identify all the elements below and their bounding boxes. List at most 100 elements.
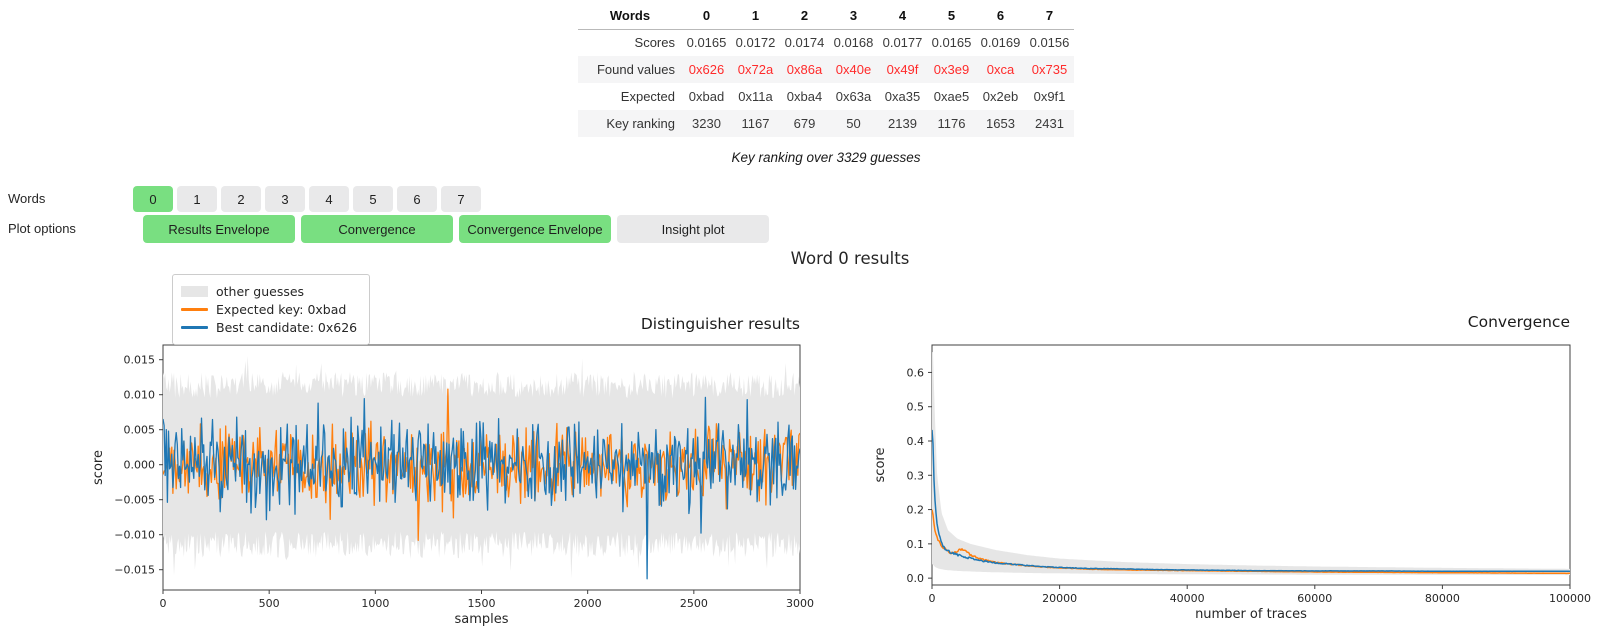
- svg-text:2500: 2500: [680, 597, 708, 610]
- svg-text:1500: 1500: [468, 597, 496, 610]
- svg-text:0.1: 0.1: [907, 538, 925, 551]
- cell-found-values-word-5: 0x3e9: [933, 62, 970, 77]
- table-header-word-1: 1: [731, 2, 780, 30]
- cell-scores-word-0: 0.0165: [686, 35, 727, 51]
- svg-text:0.005: 0.005: [124, 424, 156, 437]
- word-button-1[interactable]: 1: [177, 186, 217, 212]
- table-header-row: Words 0 1 2 3 4 5 6 7: [578, 2, 1074, 30]
- table-header-word-3: 3: [829, 2, 878, 30]
- word-button-7[interactable]: 7: [441, 186, 481, 212]
- words-label: Words: [8, 191, 46, 206]
- svg-text:number of traces: number of traces: [1195, 607, 1307, 622]
- plot-option-button-results-envelope[interactable]: Results Envelope: [143, 215, 295, 243]
- cell-scores-word-4: 0.0177: [882, 35, 923, 51]
- cell-key-ranking-word-1: 1167: [741, 116, 770, 131]
- cell-key-ranking-word-4: 2139: [888, 116, 917, 131]
- word-button-0[interactable]: 0: [133, 186, 173, 212]
- cell-found-values-word-4: 0x49f: [886, 62, 919, 77]
- table-header-word-4: 4: [878, 2, 927, 30]
- cell-found-values-word-2: 0x86a: [786, 62, 823, 77]
- legend-line-swatch: [181, 326, 208, 329]
- svg-text:2000: 2000: [574, 597, 602, 610]
- svg-text:40000: 40000: [1170, 592, 1205, 605]
- svg-text:−0.015: −0.015: [114, 564, 155, 577]
- results-table-wrap: Words 0 1 2 3 4 5 6 7 Scores 0.0165 0.0172 0.0174 0.…: [578, 2, 1074, 137]
- legend-label: Expected key: 0xbad: [216, 302, 347, 317]
- plot-option-buttons-group: Results Envelope Convergence Convergence E…: [143, 215, 769, 243]
- cell-scores-word-6: 0.0169: [980, 35, 1021, 51]
- word-button-3[interactable]: 3: [265, 186, 305, 212]
- cell-expected-word-4: 0xa35: [884, 89, 921, 104]
- app-canvas: Words 0 1 2 3 4 5 6 7 Scores 0.0165 0.0172 0.0174 0.…: [0, 0, 1600, 630]
- svg-text:score: score: [91, 450, 106, 485]
- table-header-word-5: 5: [927, 2, 976, 30]
- legend-label: other guesses: [216, 284, 305, 299]
- svg-text:0.0: 0.0: [907, 572, 925, 585]
- cell-scores-word-5: 0.0165: [931, 35, 972, 51]
- cell-key-ranking-word-6: 1653: [986, 116, 1015, 131]
- cell-scores-word-1: 0.0172: [735, 35, 776, 51]
- cell-key-ranking-word-7: 2431: [1035, 116, 1064, 131]
- cell-key-ranking-word-2: 679: [793, 116, 816, 131]
- svg-text:−0.005: −0.005: [114, 494, 155, 507]
- convergence-plot-title: Convergence: [1467, 313, 1570, 331]
- distinguisher-plot-title: Distinguisher results: [640, 315, 800, 333]
- svg-text:−0.010: −0.010: [114, 529, 155, 542]
- figure-title: Word 0 results: [790, 249, 910, 268]
- cell-found-values-word-0: 0x626: [688, 62, 725, 77]
- distinguisher-plot: 0 500 1000 1500 2000 2500 3000 0.015 0.010 0.005 0…: [85, 333, 825, 630]
- table-row-scores: Scores 0.0165 0.0172 0.0174 0.0168 0.0177 0.01…: [578, 29, 1074, 56]
- svg-text:60000: 60000: [1297, 592, 1332, 605]
- legend-entry-other-guesses: other guesses: [181, 284, 357, 299]
- svg-text:100000: 100000: [1549, 592, 1591, 605]
- legend-label: Best candidate: 0x626: [216, 320, 358, 335]
- legend-entry-best-candidate-0x626: Best candidate: 0x626: [181, 320, 357, 335]
- word-button-4[interactable]: 4: [309, 186, 349, 212]
- svg-text:0.010: 0.010: [124, 389, 156, 402]
- cell-scores-word-7: 0.0156: [1029, 35, 1070, 51]
- row-label-scores: Scores: [634, 35, 675, 51]
- svg-text:0: 0: [929, 592, 936, 605]
- plot-option-button-convergence-envelope[interactable]: Convergence Envelope: [459, 215, 611, 243]
- svg-text:0.5: 0.5: [907, 401, 925, 414]
- cell-found-values-word-7: 0x735: [1031, 62, 1068, 77]
- cell-key-ranking-word-5: 1176: [937, 116, 966, 131]
- legend-patch-swatch: [181, 286, 208, 297]
- word-button-5[interactable]: 5: [353, 186, 393, 212]
- svg-text:0.2: 0.2: [907, 504, 925, 517]
- cell-expected-word-1: 0x11a: [738, 89, 773, 104]
- svg-text:0: 0: [160, 597, 167, 610]
- table-row-key-ranking: Key ranking 3230 1167 679 50 2139 1176 1653 2431: [578, 110, 1074, 137]
- legend-entry-expected-key-0xbad: Expected key: 0xbad: [181, 302, 357, 317]
- svg-text:80000: 80000: [1425, 592, 1460, 605]
- cell-expected-word-3: 0x63a: [835, 89, 872, 104]
- results-table: Words 0 1 2 3 4 5 6 7 Scores 0.0165 0.0172 0.0174 0.…: [578, 2, 1074, 137]
- word-buttons-group: 01234567: [133, 186, 481, 212]
- svg-text:20000: 20000: [1042, 592, 1077, 605]
- table-header-word-0: 0: [682, 2, 731, 30]
- cell-key-ranking-word-0: 3230: [692, 116, 721, 131]
- svg-text:0.000: 0.000: [124, 459, 156, 472]
- cell-expected-word-2: 0xba4: [786, 89, 823, 104]
- cell-key-ranking-word-3: 50: [846, 116, 861, 131]
- svg-text:score: score: [873, 448, 888, 483]
- svg-text:0.3: 0.3: [907, 469, 925, 482]
- svg-text:samples: samples: [454, 612, 508, 627]
- svg-text:3000: 3000: [786, 597, 814, 610]
- table-header-word-2: 2: [780, 2, 829, 30]
- cell-expected-word-6: 0x2eb: [982, 89, 1019, 104]
- cell-found-values-word-1: 0x72a: [737, 62, 774, 77]
- table-caption: Key ranking over 3329 guesses: [731, 150, 921, 165]
- plot-legend: other guesses Expected key: 0xbad Best can…: [172, 274, 371, 345]
- svg-text:1000: 1000: [361, 597, 389, 610]
- table-header-word-7: 7: [1025, 2, 1074, 30]
- plot-options-label: Plot options: [8, 221, 76, 236]
- plot-option-button-convergence[interactable]: Convergence: [301, 215, 453, 243]
- plot-option-button-insight-plot[interactable]: Insight plot: [617, 215, 769, 243]
- svg-text:0.4: 0.4: [907, 435, 925, 448]
- word-button-2[interactable]: 2: [221, 186, 261, 212]
- svg-text:0.6: 0.6: [907, 366, 925, 379]
- word-button-6[interactable]: 6: [397, 186, 437, 212]
- table-row-found-values: Found values 0x626 0x72a 0x86a 0x40e 0x49f 0x3…: [578, 56, 1074, 83]
- svg-text:0.015: 0.015: [124, 354, 156, 367]
